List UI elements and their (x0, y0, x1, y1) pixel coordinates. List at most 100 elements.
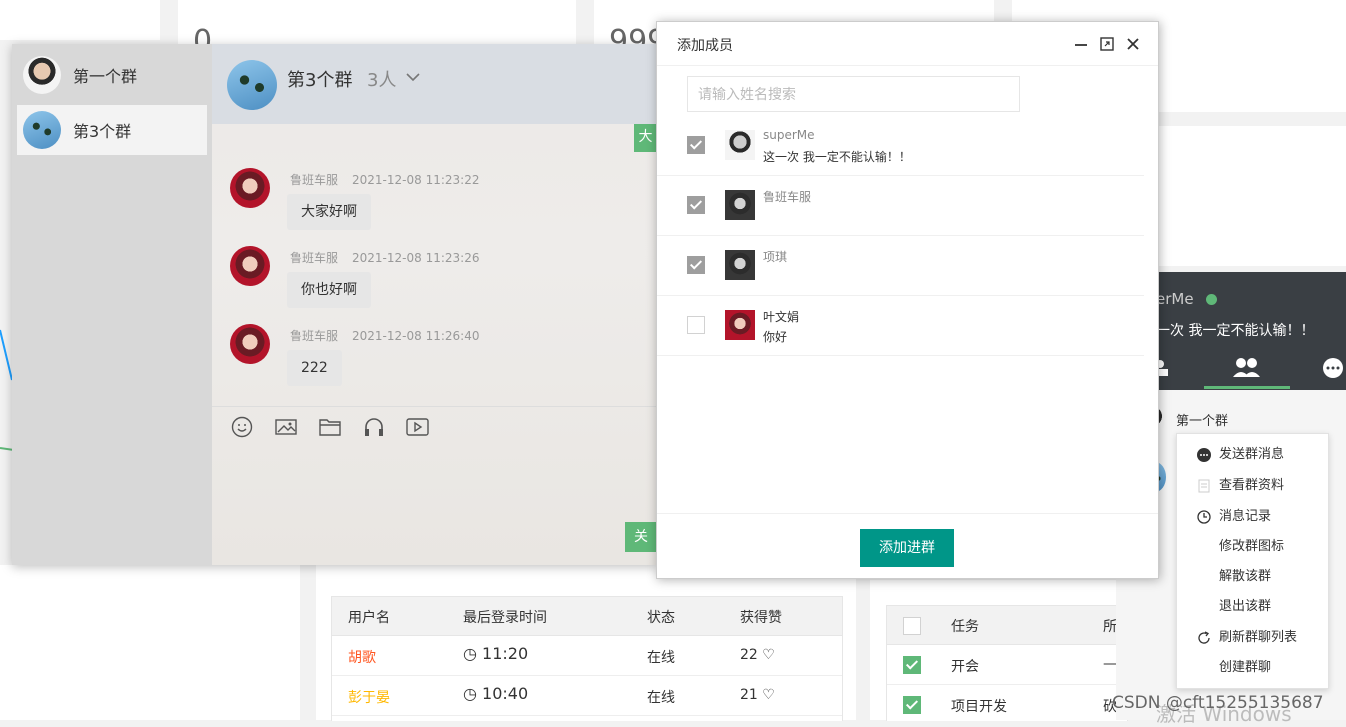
groups-tab-icon[interactable] (1232, 356, 1260, 378)
member-name: 项琪 (763, 250, 788, 264)
menu-item-change-group-icon[interactable]: 修改群图标 (1177, 532, 1328, 562)
sender-avatar (230, 246, 270, 286)
folder-icon[interactable] (319, 416, 341, 438)
message-time: 2021-12-08 11:26:40 (352, 329, 480, 343)
thumb-up-icon[interactable]: ♡ (758, 647, 775, 663)
user-name: erMe (1156, 290, 1194, 308)
select-all-checkbox[interactable] (903, 617, 921, 635)
row-checkbox[interactable] (903, 696, 921, 714)
member-row[interactable]: 鲁班车服 (657, 176, 1144, 236)
chat-list: 第一个群 第3个群 (12, 44, 212, 565)
task-name: 开会 (951, 659, 979, 675)
credit-watermark: CSDN @cft15255135687 (1112, 693, 1324, 713)
chat-panel: 第3个群 3人 大 鲁班车服 2021-12-08 11:23:22 大家好啊 鲁… (212, 44, 657, 565)
chat-list-item[interactable]: 第一个群 (17, 50, 207, 100)
menu-item-label: 解散该群 (1219, 569, 1272, 584)
man-avatar (725, 130, 755, 160)
emoji-icon[interactable] (231, 416, 253, 438)
sender-avatar (230, 324, 270, 364)
user-name[interactable]: 彭于晏 (348, 687, 390, 707)
message-bubble: 大家好啊 (287, 194, 371, 230)
woman-avatar (725, 250, 755, 280)
menu-item-create-group[interactable]: 创建群聊 (1177, 653, 1328, 683)
member-sign: 你好 (763, 330, 788, 344)
video-icon[interactable] (406, 416, 430, 438)
member-row[interactable]: 项琪 (657, 236, 1144, 296)
history-tab-icon[interactable] (1322, 358, 1344, 378)
more-messages-button[interactable]: 大 (634, 124, 657, 152)
add-to-group-button[interactable]: 添加进群 (860, 529, 954, 567)
likes-count: 21 ♡ (740, 687, 775, 703)
chat-title: 第3个群 (287, 70, 353, 91)
table-row: 开会 — (887, 644, 1127, 685)
message-meta: 鲁班车服 2021-12-08 11:23:22 (290, 171, 479, 188)
menu-item-refresh-group-list[interactable]: 刷新群聊列表 (1177, 623, 1328, 653)
column-header: 用户名 (348, 610, 390, 626)
online-status-dot (1206, 294, 1217, 305)
headphone-icon[interactable] (363, 416, 385, 438)
clock-icon (1197, 510, 1211, 524)
status-text: 在线 (647, 650, 675, 666)
clock-icon: ◷ (463, 684, 483, 703)
member-name: 鲁班车服 (763, 190, 812, 204)
maximize-icon[interactable] (1100, 37, 1114, 51)
member-count[interactable]: 3人 (367, 66, 396, 92)
woman-avatar (725, 310, 755, 340)
member-row[interactable]: superMe 这一次 我一定不能认输！！ (657, 116, 1144, 176)
chat-list-item-active[interactable]: 第3个群 (17, 105, 207, 155)
likes-value: 22 (740, 647, 758, 663)
column-header: 状态 (647, 610, 675, 626)
menu-item-label: 退出该群 (1219, 599, 1272, 614)
row-checkbox[interactable] (903, 656, 921, 674)
member-row[interactable]: 叶文娟 你好 (657, 296, 1144, 356)
search-input[interactable]: 请输入姓名搜索 (687, 76, 1020, 112)
table-row: 项目开发 砍 (887, 684, 1127, 724)
add-member-dialog: 添加成员 请输入姓名搜索 superMe 这一次 我一定不能认输！！ 鲁班车服 … (656, 21, 1159, 579)
chat-name: 第一个群 (73, 67, 138, 86)
dialog-footer: 添加进群 (657, 513, 1158, 579)
menu-item-view-group-info[interactable]: 查看群资料 (1177, 471, 1328, 501)
column-header: 任务 (951, 619, 979, 635)
message-time: 2021-12-08 11:23:22 (352, 173, 480, 187)
bg-card (0, 0, 160, 40)
table-row: 彭于晏 ◷ 10:40 在线 21 ♡ (332, 675, 842, 716)
menu-item-label: 查看群资料 (1219, 478, 1285, 493)
menu-item-dissolve-group[interactable]: 解散该群 (1177, 562, 1328, 592)
task-name: 项目开发 (951, 699, 1007, 715)
dialog-title: 添加成员 (677, 38, 733, 54)
member-name: 叶文娟 (763, 310, 800, 324)
close-icon[interactable] (1126, 37, 1140, 51)
sender-name: 鲁班车服 (290, 329, 339, 343)
user-name[interactable]: 胡歌 (348, 647, 376, 667)
menu-item-label: 发送群消息 (1219, 447, 1285, 462)
document-icon (1198, 479, 1210, 493)
man-avatar (23, 56, 61, 94)
group-name: 第一个群 (1176, 414, 1229, 429)
menu-item-message-history[interactable]: 消息记录 (1177, 502, 1328, 532)
close-chat-button[interactable]: 关 (625, 522, 657, 552)
chevron-down-icon[interactable] (406, 72, 420, 82)
dialog-titlebar: 添加成员 (657, 22, 1158, 66)
menu-item-label: 刷新群聊列表 (1219, 630, 1298, 645)
image-icon[interactable] (275, 416, 297, 438)
message-meta: 鲁班车服 2021-12-08 11:23:26 (290, 249, 479, 266)
group-avatar (227, 60, 277, 110)
menu-item-leave-group[interactable]: 退出该群 (1177, 592, 1328, 622)
divider (212, 406, 657, 407)
member-checkbox[interactable] (687, 316, 705, 334)
login-time-value: 10:40 (482, 684, 529, 703)
member-sign: 这一次 我一定不能认输！！ (763, 150, 911, 164)
member-checkbox[interactable] (687, 196, 705, 214)
message-time: 2021-12-08 11:23:26 (352, 251, 480, 265)
refresh-icon (1198, 631, 1210, 644)
column-header: 所 (1103, 619, 1117, 635)
column-header: 获得赞 (740, 610, 782, 626)
table-header: 用户名 最后登录时间 状态 获得赞 (332, 597, 842, 636)
thumb-up-icon[interactable]: ♡ (758, 687, 775, 703)
chat-name: 第3个群 (73, 122, 132, 141)
menu-item-label: 创建群聊 (1219, 660, 1272, 675)
member-checkbox[interactable] (687, 136, 705, 154)
menu-item-send-group-message[interactable]: 发送群消息 (1177, 440, 1328, 470)
member-checkbox[interactable] (687, 256, 705, 274)
minimize-icon[interactable] (1074, 37, 1088, 51)
